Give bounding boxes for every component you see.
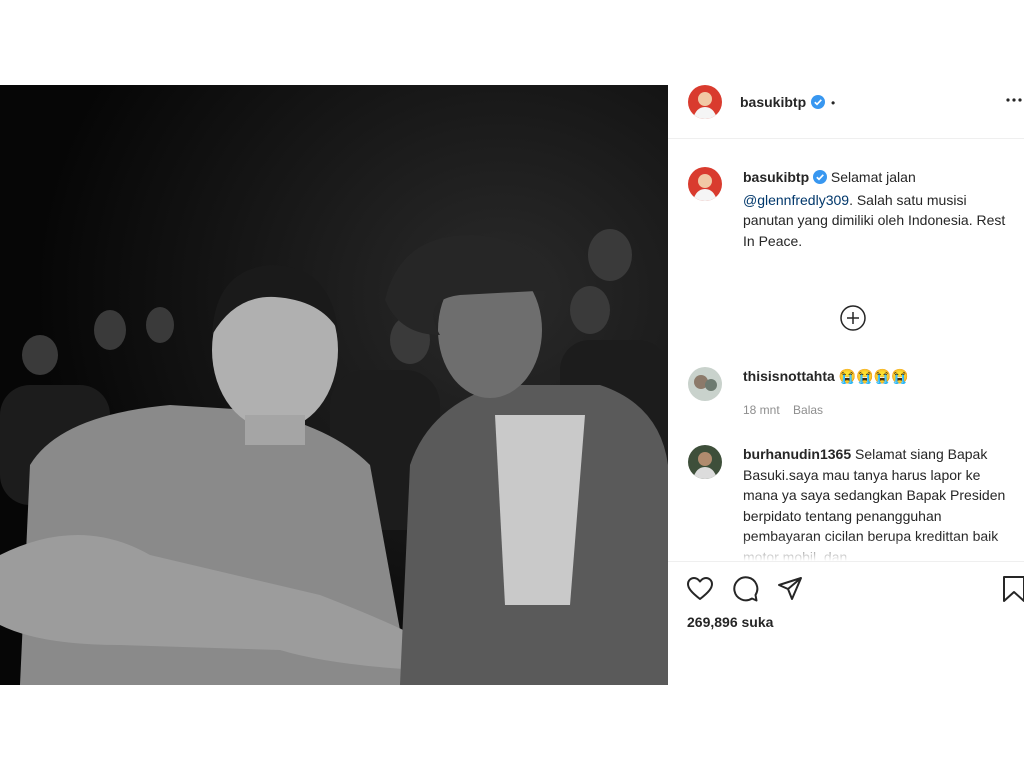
avatar-image [688,367,722,401]
avatar-image [688,167,722,201]
reply-button[interactable]: Balas [793,403,823,417]
comment-text: 😭😭😭😭 [838,368,909,384]
likes-count[interactable]: 269,896 suka [687,614,773,630]
photo-image [0,85,668,685]
post-header: basukibtp • [668,85,1024,139]
avatar-image [688,85,722,119]
verified-badge-icon [810,95,825,114]
instagram-post: basukibtp • basukibtp Selamat jalan @gle… [0,85,1024,685]
post-photo[interactable] [0,85,668,685]
comment-meta: 18 mnt Balas [743,403,833,417]
avatar-image [688,445,722,479]
commenter-avatar[interactable] [688,367,722,401]
post-caption: basukibtp Selamat jalan @glennfredly309.… [743,167,1013,251]
caption-mention[interactable]: @glennfredly309 [743,192,849,208]
comment-1: thisisnottahta 😭😭😭😭 [743,366,1013,387]
comment-bubble-icon[interactable] [731,575,759,603]
plus-circle-icon [840,305,866,331]
like-heart-icon[interactable] [686,575,714,603]
comment-time[interactable]: 18 mnt [743,403,780,417]
post-sidebar: basukibtp • basukibtp Selamat jalan @gle… [668,85,1024,685]
comment-username[interactable]: burhanudin1365 [743,446,851,462]
verified-badge-icon [813,169,828,190]
header-username[interactable]: basukibtp [740,94,806,110]
more-options-icon[interactable] [1005,91,1023,114]
save-bookmark-icon[interactable] [1000,575,1024,603]
commenter-avatar[interactable] [688,445,722,479]
caption-avatar[interactable] [688,167,722,201]
post-actions-bar: 269,896 suka [668,561,1024,685]
author-avatar[interactable] [688,85,722,119]
caption-username[interactable]: basukibtp [743,169,809,185]
share-direct-icon[interactable] [776,575,804,603]
header-dot: • [831,96,836,110]
comment-username[interactable]: thisisnottahta [743,368,835,384]
load-more-comments-button[interactable] [840,305,866,331]
comments-fade [743,537,1013,561]
caption-text-start: Selamat jalan [830,169,916,185]
